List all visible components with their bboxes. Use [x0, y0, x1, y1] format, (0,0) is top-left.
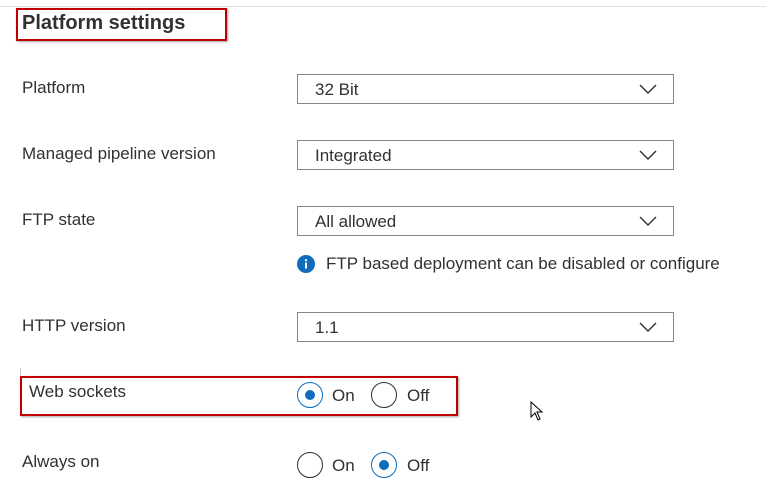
ftp-value: All allowed [315, 212, 397, 231]
alwayson-off-label[interactable]: Off [407, 455, 429, 477]
ftp-label: FTP state [22, 210, 96, 229]
pipeline-value: Integrated [315, 146, 392, 165]
chevron-down-icon [639, 150, 657, 160]
mouse-cursor-icon [530, 401, 544, 421]
alwayson-off-radio[interactable] [371, 452, 397, 478]
platform-label: Platform [22, 78, 86, 97]
ftp-dropdown[interactable]: All allowed [297, 206, 674, 236]
alwayson-on-label[interactable]: On [332, 455, 355, 477]
info-icon [297, 255, 315, 273]
platform-value: 32 Bit [315, 80, 359, 99]
http-value: 1.1 [315, 318, 339, 337]
http-label: HTTP version [22, 316, 126, 335]
platform-dropdown[interactable]: 32 Bit [297, 74, 674, 104]
pipeline-label: Managed pipeline version [22, 144, 216, 163]
websockets-off-radio[interactable] [371, 382, 397, 408]
ftp-info-text: FTP based deployment can be disabled or … [326, 254, 720, 273]
top-divider [0, 6, 766, 7]
chevron-down-icon [639, 322, 657, 332]
websockets-on-label[interactable]: On [332, 385, 355, 407]
websockets-off-label[interactable]: Off [407, 385, 429, 407]
websockets-label: Web sockets [29, 382, 127, 401]
alwayson-on-radio[interactable] [297, 452, 323, 478]
websockets-on-radio[interactable] [297, 382, 323, 408]
chevron-down-icon [639, 84, 657, 94]
http-dropdown[interactable]: 1.1 [297, 312, 674, 342]
alwayson-label: Always on [22, 452, 100, 471]
highlight-box-title [16, 8, 227, 41]
pipeline-dropdown[interactable]: Integrated [297, 140, 674, 170]
chevron-down-icon [639, 216, 657, 226]
